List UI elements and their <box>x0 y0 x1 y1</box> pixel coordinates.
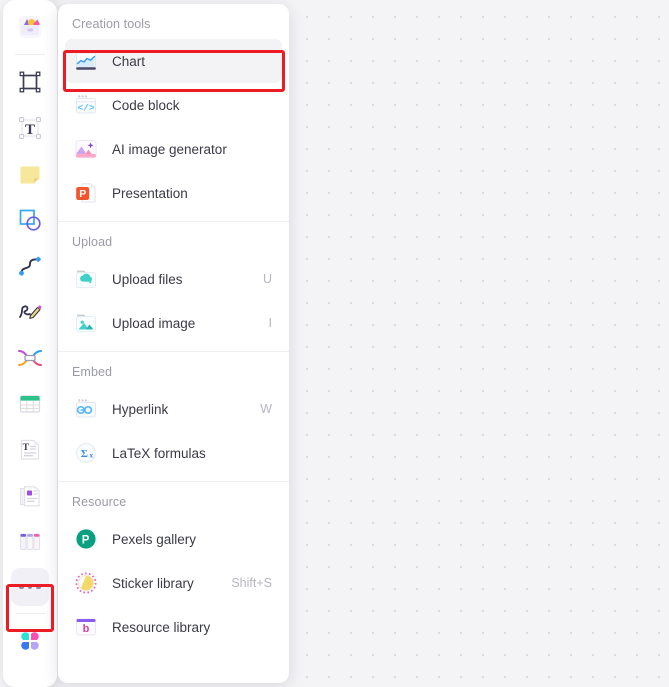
shapes-icon <box>17 207 43 233</box>
upload-files-icon <box>71 264 101 294</box>
menu-item-label: Code block <box>112 97 180 113</box>
toolbar-divider-top <box>15 54 45 55</box>
menu-item-label: Sticker library <box>112 575 194 591</box>
assets-box-icon <box>15 12 45 42</box>
svg-text:P: P <box>82 535 90 547</box>
menu-item-pexels-gallery[interactable]: P Pexels gallery <box>65 517 282 561</box>
upload-image-icon <box>71 308 101 338</box>
toolbar-item-pen[interactable] <box>10 292 50 332</box>
section-title-embed: Embed <box>72 365 113 379</box>
toolbar-divider-bottom <box>15 613 45 614</box>
frame-icon <box>17 69 43 95</box>
toolbar-item-more-tools[interactable] <box>11 568 49 606</box>
section-title-upload: Upload <box>72 235 113 249</box>
menu-item-latex-formulas[interactable]: Σ x LaTeX formulas <box>65 431 282 475</box>
toolbar-item-document[interactable]: T <box>10 430 50 470</box>
menu-item-sticker-library[interactable]: Sticker library Shift+S <box>65 561 282 605</box>
app-root: T T Creation tools Chart </> Code block … <box>0 0 669 687</box>
svg-text:P: P <box>79 188 86 200</box>
hyperlink-icon <box>71 394 101 424</box>
creation-menu-panel: Creation tools Chart </> Code block AI i… <box>58 4 289 683</box>
toolbar-item-text[interactable]: T <box>10 108 50 148</box>
menu-item-shortcut: Shift+S <box>231 576 272 590</box>
kanban-icon <box>17 529 43 555</box>
svg-text:</>: </> <box>77 102 94 113</box>
toolbar-item-connector[interactable] <box>10 246 50 286</box>
menu-item-label: Resource library <box>112 619 211 635</box>
resource-library-icon: b <box>71 612 101 642</box>
pen-icon <box>17 299 43 325</box>
toolbar-item-mindmap[interactable] <box>10 338 50 378</box>
code-block-icon: </> <box>71 90 101 120</box>
document-icon: T <box>17 437 43 463</box>
section-title-creation-tools: Creation tools <box>72 17 151 31</box>
section-title-resource: Resource <box>72 495 127 509</box>
latex-icon: Σ x <box>71 438 101 468</box>
menu-item-label: Hyperlink <box>112 401 169 417</box>
menu-item-chart[interactable]: Chart <box>65 39 282 83</box>
menu-item-upload-image[interactable]: Upload image I <box>65 301 282 345</box>
toolbar-item-slides[interactable] <box>10 476 50 516</box>
menu-item-presentation[interactable]: P Presentation <box>65 171 282 215</box>
left-toolbar: T T <box>3 0 57 687</box>
toolbar-item-assets-box[interactable] <box>10 7 50 47</box>
menu-item-resource-library[interactable]: b Resource library <box>65 605 282 649</box>
svg-text:T: T <box>23 443 30 453</box>
more-tools-icon <box>19 584 41 590</box>
menu-item-label: Chart <box>112 53 146 69</box>
menu-item-label: AI image generator <box>112 141 227 157</box>
menu-item-label: Upload files <box>112 271 183 287</box>
slides-icon <box>17 483 43 509</box>
sticky-note-icon <box>17 161 43 187</box>
menu-item-label: Pexels gallery <box>112 531 197 547</box>
apps-icon <box>16 627 44 655</box>
pexels-icon: P <box>71 524 101 554</box>
toolbar-item-frame[interactable] <box>10 62 50 102</box>
sticker-icon <box>71 568 101 598</box>
svg-text:b: b <box>83 623 90 635</box>
toolbar-item-table[interactable] <box>10 384 50 424</box>
toolbar-item-kanban[interactable] <box>10 522 50 562</box>
table-icon <box>17 391 43 417</box>
chart-icon <box>71 46 101 76</box>
mindmap-icon <box>16 345 44 371</box>
toolbar-item-shapes[interactable] <box>10 200 50 240</box>
menu-item-hyperlink[interactable]: Hyperlink W <box>65 387 282 431</box>
menu-item-ai-image-generator[interactable]: AI image generator <box>65 127 282 171</box>
menu-item-label: Presentation <box>112 185 188 201</box>
menu-item-shortcut: I <box>268 316 272 330</box>
menu-item-shortcut: W <box>260 402 272 416</box>
ai-image-icon <box>71 134 101 164</box>
presentation-icon: P <box>71 178 101 208</box>
text-icon: T <box>17 115 43 141</box>
svg-text:x: x <box>89 450 93 459</box>
connector-icon <box>17 253 43 279</box>
menu-item-code-block[interactable]: </> Code block <box>65 83 282 127</box>
menu-item-label: LaTeX formulas <box>112 445 206 461</box>
toolbar-item-sticky-note[interactable] <box>10 154 50 194</box>
svg-text:Σ: Σ <box>81 448 88 460</box>
menu-item-shortcut: U <box>262 272 272 286</box>
menu-item-upload-files[interactable]: Upload files U <box>65 257 282 301</box>
toolbar-item-apps[interactable] <box>10 621 50 661</box>
svg-text:T: T <box>25 122 35 138</box>
menu-item-label: Upload image <box>112 315 196 331</box>
